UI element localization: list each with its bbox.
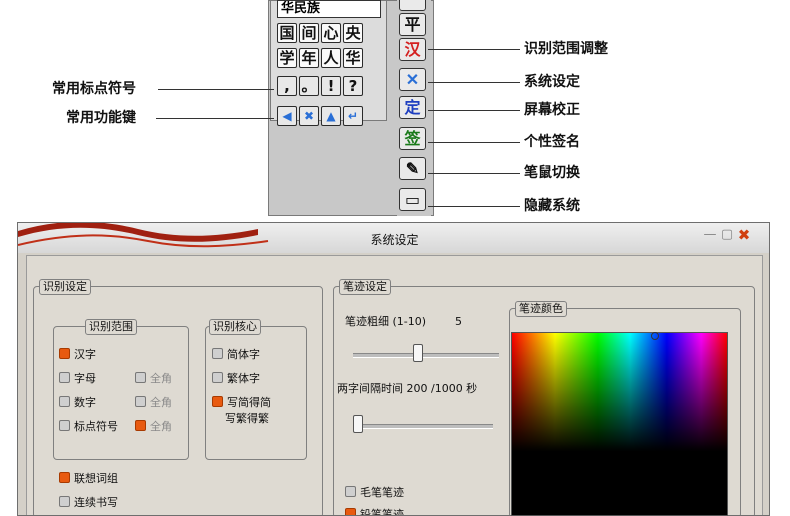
title-bar[interactable]: 系统设定 — ▢ ✖ (18, 223, 769, 253)
checkbox[interactable] (212, 348, 223, 359)
signature-icon[interactable]: 签 (399, 127, 426, 150)
callout-line (428, 142, 520, 143)
callout-pen-mouse: 笔鼠切换 (524, 165, 580, 181)
option-brush-stroke[interactable]: 毛笔笔迹 (345, 486, 404, 500)
color-group-label: 笔迹颜色 (515, 301, 567, 317)
callout-signature: 个性签名 (524, 134, 580, 150)
enter-icon[interactable]: ↵ (343, 106, 363, 126)
option-traditional[interactable]: 繁体字 (212, 372, 260, 386)
core-group (205, 326, 307, 460)
callout-line (158, 89, 274, 90)
callout-line (428, 173, 520, 174)
recognition-group-label: 识别设定 (39, 279, 91, 295)
option-simplified[interactable]: 简体字 (212, 348, 260, 362)
option-write-trad-get-trad[interactable]: 写繁得繁 (225, 412, 269, 426)
range-group-label: 识别范围 (85, 319, 137, 335)
stroke-width-slider[interactable] (413, 344, 423, 362)
checkbox[interactable] (59, 348, 70, 359)
callout-line (428, 82, 520, 83)
checkbox[interactable] (59, 472, 70, 483)
punct-key-comma[interactable]: , (277, 76, 297, 96)
color-palette[interactable] (511, 332, 728, 516)
delete-x-icon[interactable]: ✖ (299, 106, 319, 126)
candidate-char[interactable]: 国 (277, 23, 297, 43)
interval-slider[interactable] (353, 415, 363, 433)
callout-hide-system: 隐藏系统 (524, 198, 580, 214)
ding-char-icon[interactable]: 定 (399, 96, 426, 119)
window-hide-icon[interactable]: ▭ (399, 188, 426, 211)
core-group-label: 识别核心 (209, 319, 261, 335)
option-pencil-stroke[interactable]: 铅笔笔迹 (345, 508, 404, 515)
candidate-text[interactable]: 华民族 (277, 0, 381, 18)
window-title: 系统设定 (370, 233, 419, 247)
checkbox[interactable] (212, 372, 223, 383)
option-write-simp-get-simp[interactable]: 写简得简 (212, 396, 271, 410)
callout-screen-calibrate: 屏幕校正 (524, 102, 580, 118)
checkbox[interactable] (59, 372, 70, 383)
option-punctuation-fullwidth[interactable]: 全角 (135, 420, 172, 434)
checkbox[interactable] (345, 508, 356, 515)
checkbox[interactable] (135, 420, 146, 431)
checkbox[interactable] (212, 396, 223, 407)
option-association[interactable]: 联想词组 (59, 472, 118, 486)
checkbox[interactable] (59, 396, 70, 407)
close-icon[interactable]: ✖ (736, 228, 752, 243)
stroke-width-label: 笔迹粗细 (1-10) (345, 315, 427, 328)
callout-line (156, 118, 274, 119)
checkbox[interactable] (345, 486, 356, 497)
han-char-icon[interactable]: 汉 (399, 38, 426, 61)
callout-punctuation: 常用标点符号 (52, 81, 136, 97)
color-picker-marker[interactable] (651, 332, 659, 340)
unknown-partial-icon[interactable] (399, 0, 426, 11)
callout-range-adjust: 识别范围调整 (524, 41, 608, 57)
ping-char-icon[interactable]: 平 (399, 13, 426, 36)
callout-line (428, 206, 520, 207)
option-digits[interactable]: 数字 (59, 396, 96, 410)
candidate-char[interactable]: 人 (321, 48, 341, 68)
option-hanzi[interactable]: 汉字 (59, 348, 96, 362)
option-punctuation[interactable]: 标点符号 (59, 420, 118, 434)
punct-key-period[interactable]: 。 (299, 76, 319, 96)
option-letters-fullwidth[interactable]: 全角 (135, 372, 172, 386)
stroke-group-label: 笔迹设定 (339, 279, 391, 295)
stroke-width-track[interactable] (353, 353, 499, 358)
callout-system-settings: 系统设定 (524, 74, 580, 90)
callout-function-keys: 常用功能键 (66, 110, 136, 126)
arrow-up-icon[interactable]: ▲ (321, 106, 341, 126)
candidate-char[interactable]: 学 (277, 48, 297, 68)
callout-line (428, 49, 520, 50)
candidate-char[interactable]: 年 (299, 48, 319, 68)
callout-line (428, 110, 520, 111)
pen-mouse-icon[interactable]: ✎ (399, 157, 426, 180)
stroke-width-value: 5 (455, 315, 462, 328)
minimize-icon[interactable]: — (702, 228, 718, 242)
candidate-char[interactable]: 心 (321, 23, 341, 43)
arrow-left-icon[interactable]: ◀ (277, 106, 297, 126)
checkbox[interactable] (59, 420, 70, 431)
candidate-char[interactable]: 华 (343, 48, 363, 68)
option-letters[interactable]: 字母 (59, 372, 96, 386)
checkbox[interactable] (59, 496, 70, 507)
checkbox[interactable] (135, 372, 146, 383)
punct-key-exclaim[interactable]: ! (321, 76, 341, 96)
option-continuous-writing[interactable]: 连续书写 (59, 496, 118, 510)
option-digits-fullwidth[interactable]: 全角 (135, 396, 172, 410)
interval-track[interactable] (353, 424, 493, 429)
tools-icon[interactable]: ✕ (399, 68, 426, 91)
candidate-char[interactable]: 间 (299, 23, 319, 43)
checkbox[interactable] (135, 396, 146, 407)
range-group (53, 326, 189, 460)
maximize-icon[interactable]: ▢ (719, 228, 735, 242)
candidate-char[interactable]: 央 (343, 23, 363, 43)
punct-key-question[interactable]: ? (343, 76, 363, 96)
interval-label: 两字间隔时间 200 /1000 秒 (337, 382, 478, 395)
